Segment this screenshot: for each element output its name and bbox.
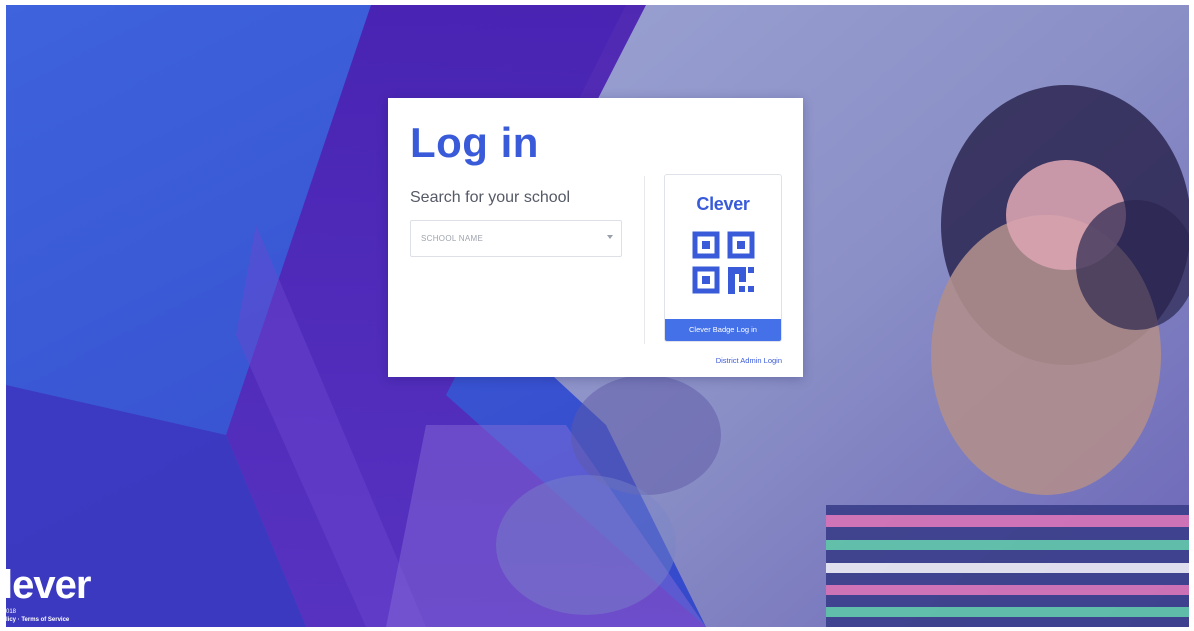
footer-logo: lever — [6, 563, 91, 607]
district-admin-login-link[interactable]: District Admin Login — [716, 356, 782, 365]
divider — [644, 176, 645, 344]
chevron-down-icon — [607, 235, 613, 239]
footer-links[interactable]: licy · Terms of Service — [6, 617, 69, 623]
clever-brand-label: Clever — [696, 194, 750, 214]
qr-code-icon — [692, 231, 755, 294]
footer-copyright: 018 — [6, 609, 17, 615]
search-label: Search for your school — [410, 189, 571, 206]
login-card: Log in Search for your school SCHOOL NAM… — [388, 98, 803, 377]
page-title: Log in — [410, 119, 539, 166]
clever-badge-login-button[interactable]: Clever Badge Log in — [665, 319, 781, 341]
clever-badge-panel: Clever Clever Badge Log in — [664, 174, 782, 342]
school-name-select[interactable]: SCHOOL NAME — [410, 220, 622, 257]
school-name-placeholder: SCHOOL NAME — [421, 234, 484, 243]
